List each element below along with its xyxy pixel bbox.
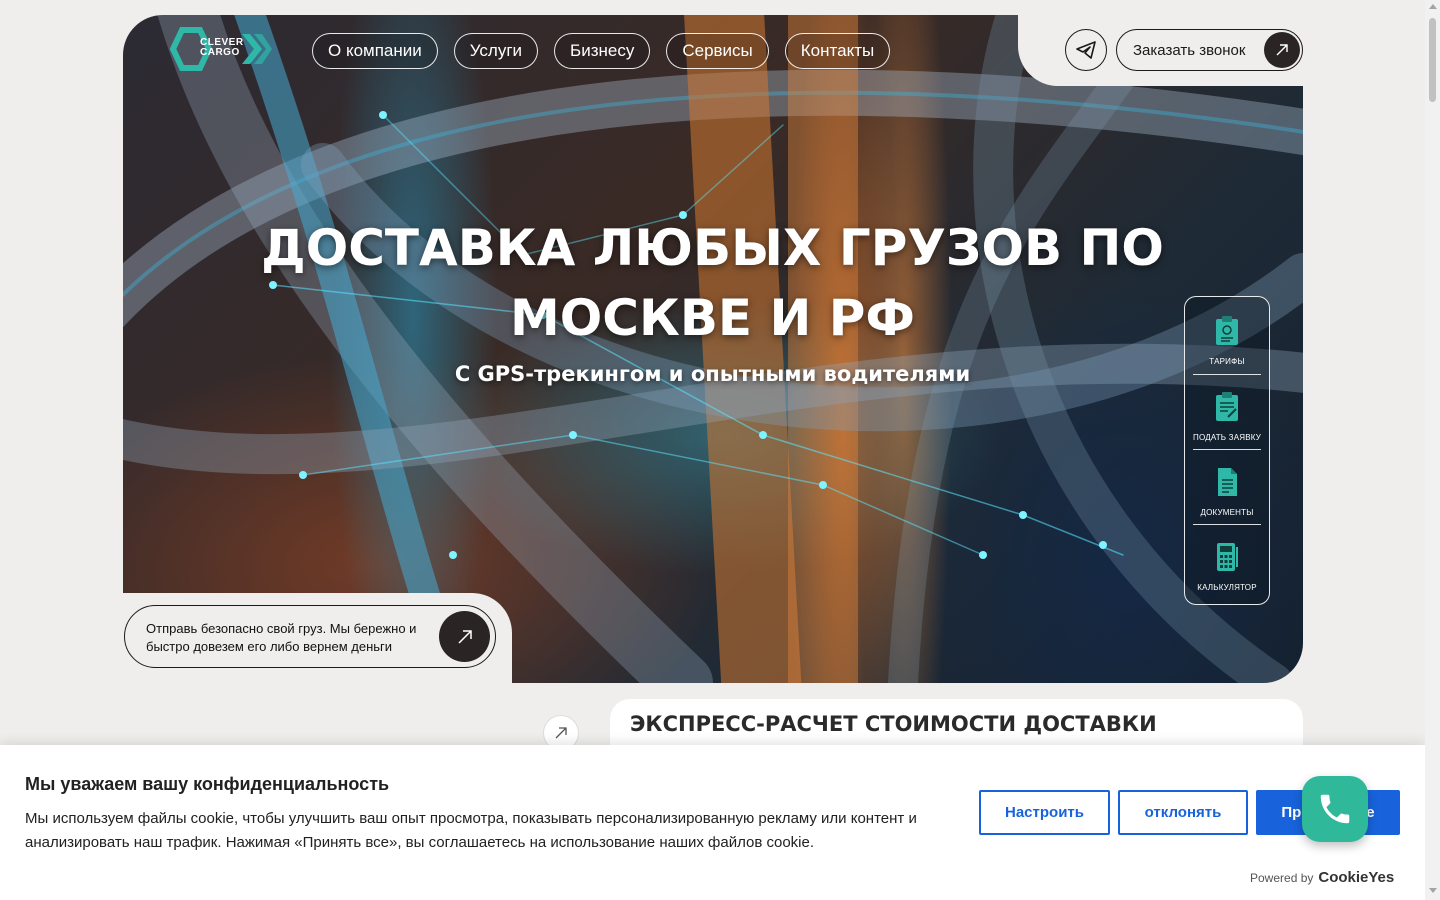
cookie-reject-button[interactable]: отклонять [1118,790,1248,835]
scroll-up-icon[interactable] [1429,4,1437,9]
arrow-up-right-icon [439,611,490,662]
application-icon [1216,392,1238,421]
cookie-banner: Мы уважаем вашу конфиденциальность Мы ис… [0,745,1425,900]
documents-icon [1218,468,1237,496]
order-call-button[interactable]: Заказать звонок [1116,29,1303,71]
page-scrollbar[interactable] [1425,0,1440,900]
main-nav: О компании Услуги Бизнесу Сервисы Контак… [312,33,891,69]
order-call-label: Заказать звонок [1133,41,1246,59]
hero-subtitle: С GPS-трекингом и опытными водителями [454,362,971,386]
nav-item-business[interactable]: Бизнесу [554,33,651,69]
divider [1193,449,1261,450]
cookie-title: Мы уважаем вашу конфиденциальность [25,774,390,794]
arrow-up-right-icon [1264,32,1300,68]
side-quick-menu: ТАРИФЫ ПОДАТЬ ЗАЯВКУ ДОКУМЕНТЫ КАЛЬКУЛЯТ [1184,296,1270,605]
hero-title: ДОСТАВКА ЛЮБЫХ ГРУЗОВ ПО МОСКВЕ И РФ [261,219,1164,347]
side-item-calculator[interactable]: КАЛЬКУЛЯТОР [1193,529,1261,601]
cookie-text: Мы используем файлы cookie, чтобы улучши… [25,810,917,851]
divider [1193,374,1261,375]
side-item-label: ПОДАТЬ ЗАЯВКУ [1193,433,1261,442]
telegram-icon [1076,41,1096,59]
side-item-label: ДОКУМЕНТЫ [1200,508,1254,517]
scrollbar-thumb[interactable] [1429,18,1436,102]
express-calc-title: ЭКСПРЕСС-РАСЧЕТ СТОИМОСТИ ДОСТАВКИ [630,712,1157,736]
promo-pill[interactable]: Отправь безопасно свой груз. Мы бережно … [124,605,496,668]
side-item-label: ТАРИФЫ [1209,357,1245,366]
powered-by-label: Powered by [1250,871,1314,885]
powered-by: Powered by CookieYes [1250,869,1394,886]
tariff-icon [1216,316,1238,345]
nav-item-contacts[interactable]: Контакты [784,33,891,69]
side-item-application[interactable]: ПОДАТЬ ЗАЯВКУ [1193,379,1261,451]
divider [1193,524,1261,525]
call-fab-button[interactable] [1302,776,1368,842]
telegram-button[interactable] [1065,29,1107,71]
promo-text: Отправь безопасно свой груз. Мы бережно … [146,621,417,654]
nav-item-tools[interactable]: Сервисы [666,33,769,69]
side-item-label: КАЛЬКУЛЯТОР [1197,583,1257,592]
cookieyes-logo[interactable]: CookieYes [1318,869,1394,886]
phone-icon [1320,794,1350,824]
arrow-up-right-icon [555,727,567,739]
scroll-down-icon[interactable] [1429,888,1437,893]
cookie-customize-button[interactable]: Настроить [979,790,1110,835]
nav-item-about[interactable]: О компании [312,33,438,69]
nav-item-services[interactable]: Услуги [453,33,539,69]
logo-text: CLEVER CARGO [200,37,244,58]
side-item-tariffs[interactable]: ТАРИФЫ [1193,303,1261,375]
calculator-icon [1217,543,1238,571]
side-item-documents[interactable]: ДОКУМЕНТЫ [1193,454,1261,526]
